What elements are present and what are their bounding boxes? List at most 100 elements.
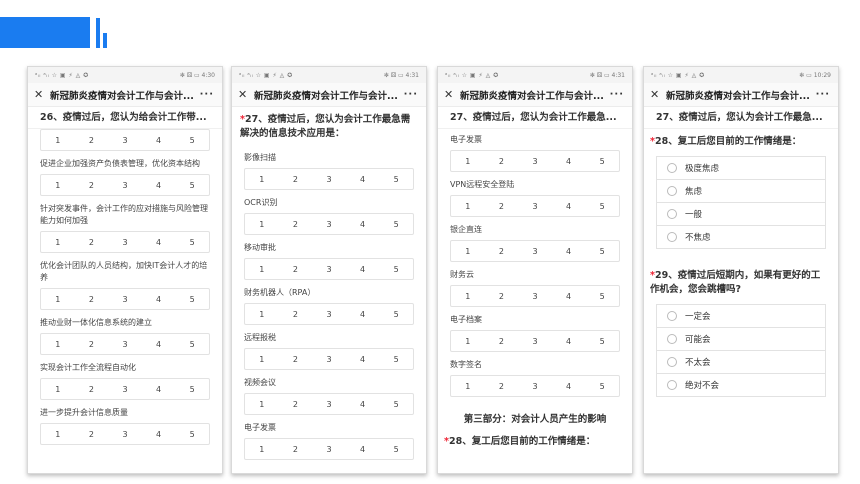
- radio-option[interactable]: 可能会: [656, 327, 826, 351]
- radio-option[interactable]: 一定会: [656, 304, 826, 328]
- rating-option[interactable]: 5: [175, 175, 209, 195]
- rating-option[interactable]: 4: [346, 394, 380, 414]
- rating-scale[interactable]: 1 2 3 4 5: [450, 375, 620, 397]
- rating-option[interactable]: 4: [142, 232, 176, 252]
- rating-option[interactable]: 3: [518, 331, 552, 351]
- rating-option[interactable]: 4: [142, 424, 176, 444]
- rating-option[interactable]: 3: [108, 379, 142, 399]
- rating-option[interactable]: 2: [75, 334, 109, 354]
- rating-option[interactable]: 5: [585, 241, 619, 261]
- radio-icon[interactable]: [667, 209, 677, 219]
- rating-option[interactable]: 3: [108, 334, 142, 354]
- rating-option[interactable]: 1: [41, 379, 75, 399]
- rating-scale[interactable]: 1 2 3 4 5: [40, 129, 210, 151]
- rating-option[interactable]: 3: [108, 232, 142, 252]
- rating-scale[interactable]: 1 2 3 4 5: [450, 195, 620, 217]
- radio-icon[interactable]: [667, 334, 677, 344]
- rating-option[interactable]: 2: [279, 304, 313, 324]
- rating-option[interactable]: 4: [142, 175, 176, 195]
- close-icon[interactable]: ✕: [34, 88, 46, 101]
- rating-option[interactable]: 2: [279, 439, 313, 459]
- rating-option[interactable]: 3: [518, 241, 552, 261]
- close-icon[interactable]: ✕: [444, 88, 456, 101]
- rating-option[interactable]: 5: [379, 169, 413, 189]
- rating-option[interactable]: 2: [279, 259, 313, 279]
- rating-option[interactable]: 1: [245, 394, 279, 414]
- rating-option[interactable]: 3: [312, 214, 346, 234]
- rating-option[interactable]: 5: [175, 289, 209, 309]
- rating-option[interactable]: 4: [552, 196, 586, 216]
- rating-option[interactable]: 1: [245, 304, 279, 324]
- radio-icon[interactable]: [667, 186, 677, 196]
- rating-option[interactable]: 2: [485, 376, 519, 396]
- rating-option[interactable]: 2: [485, 286, 519, 306]
- rating-option[interactable]: 4: [552, 241, 586, 261]
- rating-option[interactable]: 2: [279, 169, 313, 189]
- rating-option[interactable]: 1: [451, 376, 485, 396]
- rating-option[interactable]: 4: [552, 376, 586, 396]
- radio-option[interactable]: 不焦虑: [656, 225, 826, 249]
- rating-option[interactable]: 5: [379, 304, 413, 324]
- rating-option[interactable]: 4: [346, 169, 380, 189]
- rating-option[interactable]: 4: [142, 289, 176, 309]
- rating-option[interactable]: 5: [175, 334, 209, 354]
- rating-option[interactable]: 2: [279, 394, 313, 414]
- radio-icon[interactable]: [667, 311, 677, 321]
- rating-scale[interactable]: 1 2 3 4 5: [450, 150, 620, 172]
- rating-option[interactable]: 1: [451, 151, 485, 171]
- rating-option[interactable]: 3: [518, 196, 552, 216]
- rating-option[interactable]: 4: [142, 379, 176, 399]
- rating-option[interactable]: 3: [108, 175, 142, 195]
- rating-scale[interactable]: 1 2 3 4 5: [40, 231, 210, 253]
- rating-option[interactable]: 1: [41, 289, 75, 309]
- rating-option[interactable]: 3: [108, 424, 142, 444]
- radio-icon[interactable]: [667, 232, 677, 242]
- radio-icon[interactable]: [667, 380, 677, 390]
- rating-option[interactable]: 2: [75, 130, 109, 150]
- rating-scale[interactable]: 1 2 3 4 5: [40, 378, 210, 400]
- rating-option[interactable]: 4: [552, 151, 586, 171]
- rating-scale[interactable]: 1 2 3 4 5: [244, 438, 414, 460]
- rating-option[interactable]: 1: [245, 259, 279, 279]
- rating-option[interactable]: 1: [245, 349, 279, 369]
- rating-option[interactable]: 2: [75, 424, 109, 444]
- rating-option[interactable]: 4: [346, 349, 380, 369]
- more-icon[interactable]: ···: [610, 89, 624, 100]
- rating-option[interactable]: 3: [312, 169, 346, 189]
- rating-option[interactable]: 4: [142, 130, 176, 150]
- rating-option[interactable]: 5: [379, 214, 413, 234]
- rating-option[interactable]: 1: [41, 334, 75, 354]
- rating-option[interactable]: 5: [175, 424, 209, 444]
- rating-scale[interactable]: 1 2 3 4 5: [40, 423, 210, 445]
- rating-option[interactable]: 5: [585, 196, 619, 216]
- rating-option[interactable]: 4: [142, 334, 176, 354]
- rating-option[interactable]: 2: [485, 196, 519, 216]
- rating-option[interactable]: 2: [75, 289, 109, 309]
- rating-option[interactable]: 3: [518, 376, 552, 396]
- more-icon[interactable]: ···: [200, 89, 214, 100]
- rating-option[interactable]: 1: [41, 232, 75, 252]
- rating-scale[interactable]: 1 2 3 4 5: [244, 348, 414, 370]
- rating-option[interactable]: 5: [175, 232, 209, 252]
- radio-option[interactable]: 极度焦虑: [656, 156, 826, 180]
- rating-option[interactable]: 5: [585, 151, 619, 171]
- rating-option[interactable]: 2: [75, 379, 109, 399]
- close-icon[interactable]: ✕: [650, 88, 662, 101]
- rating-option[interactable]: 4: [552, 286, 586, 306]
- rating-option[interactable]: 5: [175, 379, 209, 399]
- rating-scale[interactable]: 1 2 3 4 5: [40, 333, 210, 355]
- rating-option[interactable]: 1: [451, 196, 485, 216]
- rating-option[interactable]: 3: [108, 130, 142, 150]
- rating-scale[interactable]: 1 2 3 4 5: [450, 285, 620, 307]
- radio-icon[interactable]: [667, 357, 677, 367]
- rating-option[interactable]: 5: [379, 394, 413, 414]
- rating-option[interactable]: 4: [346, 214, 380, 234]
- rating-option[interactable]: 5: [379, 349, 413, 369]
- rating-scale[interactable]: 1 2 3 4 5: [244, 303, 414, 325]
- radio-option[interactable]: 绝对不会: [656, 373, 826, 397]
- rating-option[interactable]: 2: [485, 241, 519, 261]
- rating-option[interactable]: 1: [245, 439, 279, 459]
- rating-option[interactable]: 3: [518, 151, 552, 171]
- rating-option[interactable]: 5: [379, 259, 413, 279]
- rating-option[interactable]: 1: [41, 424, 75, 444]
